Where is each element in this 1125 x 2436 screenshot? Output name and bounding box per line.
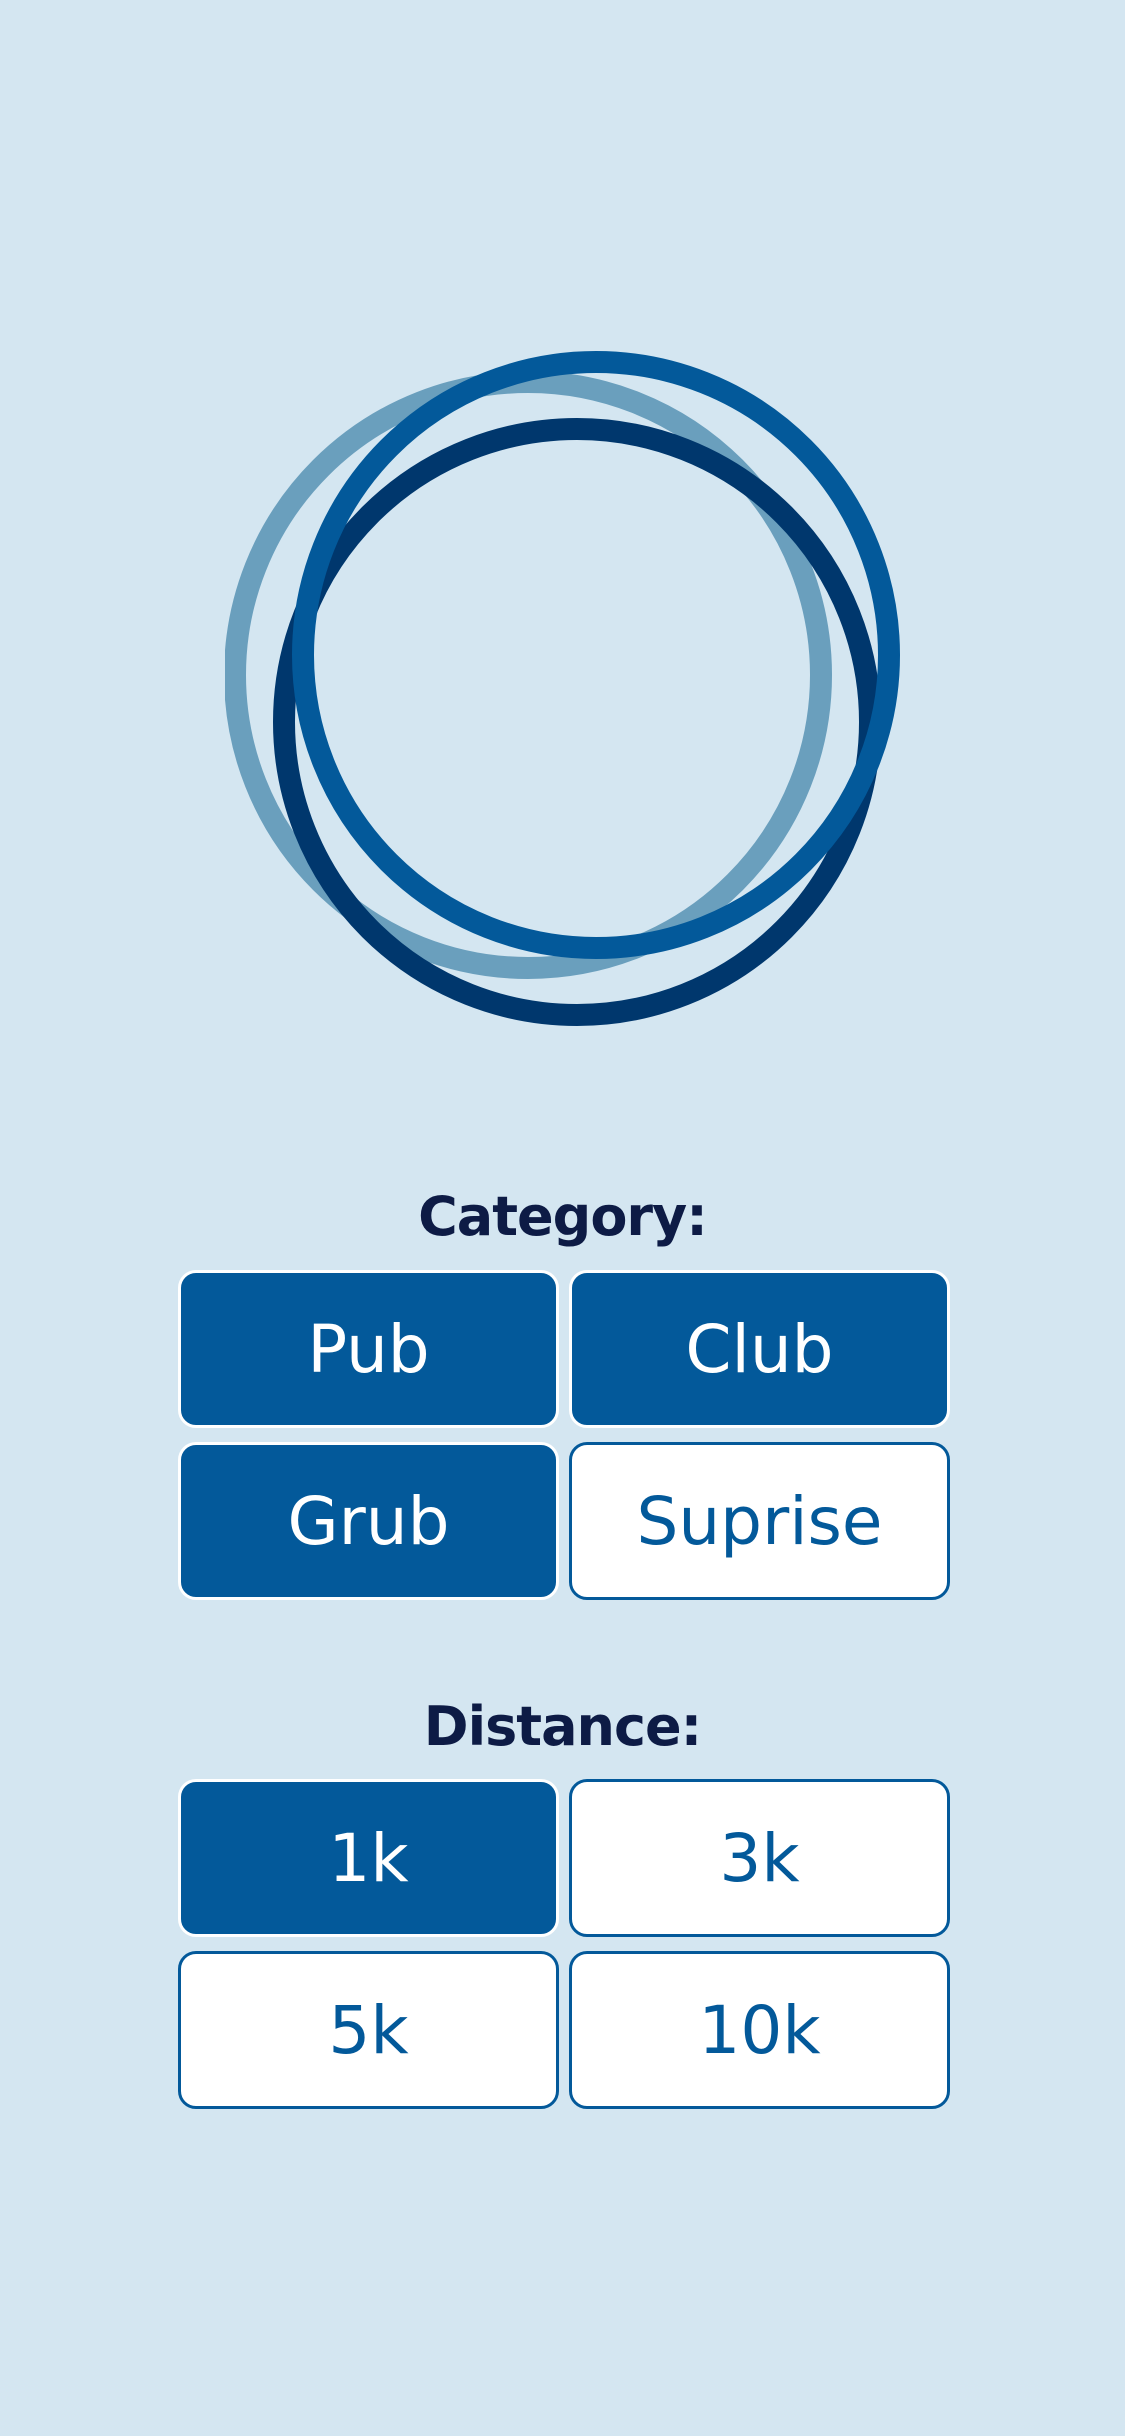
category-option-club[interactable]: Club [569, 1270, 950, 1428]
distance-option-10k[interactable]: 10k [569, 1951, 950, 2109]
category-title: Category: [418, 1185, 708, 1248]
category-option-pub[interactable]: Pub [178, 1270, 559, 1428]
category-options: Pub Club Grub Suprise [178, 1270, 950, 1600]
ring-mid-icon [292, 351, 900, 959]
ring-dark-icon [273, 418, 881, 1026]
distance-option-1k[interactable]: 1k [178, 1779, 559, 1937]
rings-logo-icon [225, 351, 900, 1026]
distance-title: Distance: [423, 1695, 702, 1758]
distance-option-5k[interactable]: 5k [178, 1951, 559, 2109]
category-option-suprise[interactable]: Suprise [569, 1442, 950, 1600]
distance-options: 1k 3k 5k 10k [178, 1779, 950, 2109]
distance-option-3k[interactable]: 3k [569, 1779, 950, 1937]
category-option-grub[interactable]: Grub [178, 1442, 559, 1600]
